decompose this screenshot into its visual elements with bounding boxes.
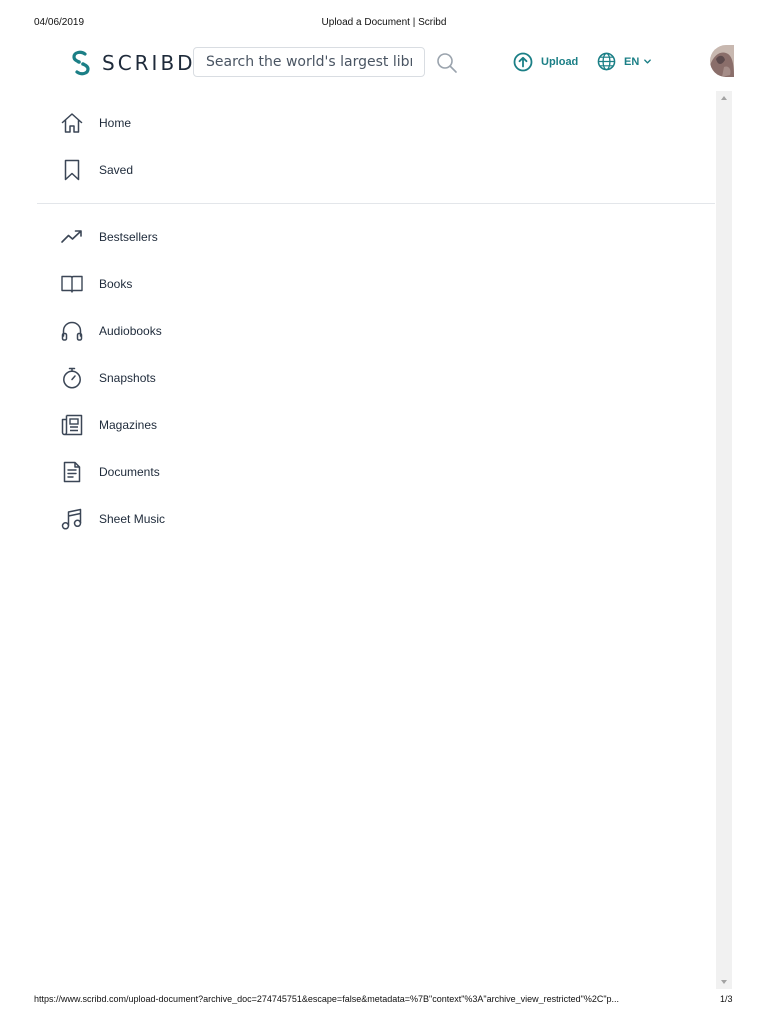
avatar[interactable]: [710, 45, 734, 77]
headphones-icon: [61, 321, 83, 341]
avatar-image: [710, 45, 734, 77]
sidebar-item-magazines[interactable]: Magazines: [60, 411, 157, 439]
sidebar-item-home[interactable]: Home: [60, 109, 131, 137]
print-page-title: Upload a Document | Scribd: [321, 17, 447, 28]
sidebar-item-saved[interactable]: Saved: [60, 156, 133, 184]
top-navigation-bar: SCRIBD Upload EN: [0, 40, 768, 86]
upload-button[interactable]: Upload: [513, 52, 578, 72]
sidebar-item-bestsellers[interactable]: Bestsellers: [60, 223, 158, 251]
upload-label: Upload: [541, 56, 579, 68]
sidebar-item-label: Saved: [99, 163, 134, 177]
chevron-down-icon: [644, 59, 652, 64]
sidebar-item-label: Books: [99, 277, 133, 291]
book-icon: [61, 275, 83, 293]
search-icon[interactable]: [436, 52, 458, 74]
stopwatch-icon: [63, 367, 81, 389]
scribd-logo[interactable]: SCRIBD: [70, 50, 196, 76]
logo-wordmark: SCRIBD: [102, 51, 196, 75]
sidebar-item-label: Sheet Music: [99, 512, 166, 526]
sidebar-item-label: Magazines: [99, 418, 158, 432]
language-label: EN: [624, 55, 640, 68]
print-url: https://www.scribd.com/upload-document?a…: [34, 994, 620, 1004]
sidebar-item-books[interactable]: Books: [60, 270, 132, 298]
search-input[interactable]: [194, 48, 424, 76]
scroll-down-arrow-icon[interactable]: [720, 978, 728, 986]
sidebar-item-label: Audiobooks: [99, 324, 162, 338]
sidebar-item-sheet-music[interactable]: Sheet Music: [60, 505, 165, 533]
sidebar-item-label: Bestsellers: [99, 230, 158, 244]
document-icon: [63, 461, 81, 483]
globe-icon: [597, 52, 616, 71]
music-note-icon: [61, 508, 82, 530]
bookmark-icon: [64, 159, 80, 181]
nav-divider: [37, 203, 715, 204]
search-box: [193, 47, 425, 77]
sidebar-item-audiobooks[interactable]: Audiobooks: [60, 317, 162, 345]
scrollbar[interactable]: [716, 91, 732, 989]
scribd-logo-icon: [72, 50, 90, 76]
sidebar-item-label: Documents: [99, 465, 160, 479]
language-selector[interactable]: EN: [597, 52, 652, 71]
home-icon: [61, 113, 83, 133]
trending-up-icon: [61, 230, 82, 243]
sidebar-item-label: Home: [99, 116, 132, 130]
upload-icon: [513, 52, 533, 72]
magazine-icon: [61, 414, 83, 436]
scroll-up-arrow-icon[interactable]: [720, 94, 728, 102]
sidebar-item-snapshots[interactable]: Snapshots: [60, 364, 156, 392]
sidebar-item-label: Snapshots: [99, 371, 156, 385]
sidebar-item-documents[interactable]: Documents: [60, 458, 160, 486]
print-page-number: 1/3: [720, 994, 733, 1004]
